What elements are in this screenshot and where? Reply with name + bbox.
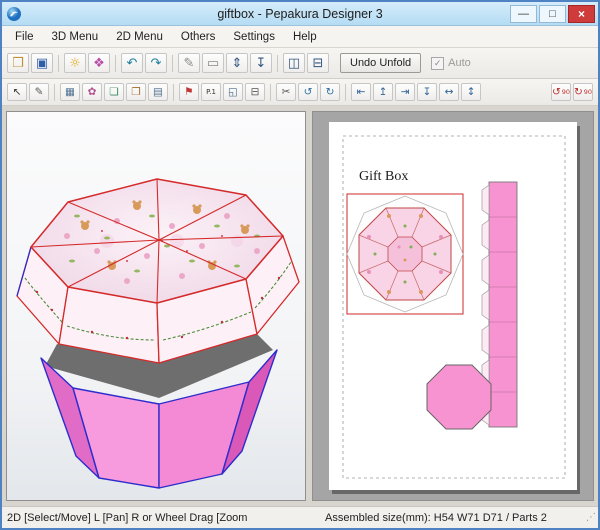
drop-model-icon[interactable]: ↧ [250, 53, 272, 73]
toolbar-rotate-icons: ↺90↻90 [550, 83, 594, 101]
save-file-icon[interactable]: ▣ [31, 53, 53, 73]
giftbox-3d-model[interactable] [17, 179, 299, 488]
rotate-cw-90-icon[interactable]: ↻90 [573, 83, 593, 101]
grid-view-icon[interactable]: ▦ [60, 83, 80, 101]
3d-model-canvas[interactable] [7, 112, 305, 501]
undo-unfold-button[interactable]: Undo Unfold [340, 53, 421, 73]
menu-item-3d-menu[interactable]: 3D Menu [43, 28, 108, 46]
rotate-ccw-90-icon[interactable]: ↺90 [551, 83, 571, 101]
texture-view-icon[interactable]: ❖ [88, 53, 110, 73]
window-title: giftbox - Pepakura Designer 3 [2, 7, 598, 21]
window-controls: — □ × [510, 5, 595, 23]
page-number-icon[interactable]: P.1 [201, 83, 221, 101]
redo-icon[interactable]: ↷ [145, 53, 167, 73]
toolbar-main-icons: ❒▣ ☼❖ ↶↷ ✎▭⇕↧ ◫⊟ [6, 53, 330, 73]
toolbar-separator [172, 55, 173, 72]
color-sheets-icon[interactable]: ❏ [104, 83, 124, 101]
toolbar-separator [58, 55, 59, 72]
select-tool-icon[interactable]: ↖ [7, 83, 27, 101]
edge-edit-icon[interactable]: ✎ [29, 83, 49, 101]
menu-item-settings[interactable]: Settings [224, 28, 284, 46]
print-icon[interactable]: ⊟ [245, 83, 265, 101]
texture-book-icon[interactable]: ❐ [126, 83, 146, 101]
align-right-icon[interactable]: ⇥ [395, 83, 415, 101]
auto-checkbox-label: Auto [448, 57, 471, 69]
light-toggle-icon[interactable]: ☼ [64, 53, 86, 73]
toolbar-2d-icons: ↖✎ ▦✿❏❐▤ ⚑P.1◱⊟ ✂↺↻ ⇤↥⇥↧↔↕ [6, 83, 482, 101]
close-button[interactable]: × [568, 5, 595, 23]
align-left-icon[interactable]: ⇤ [351, 83, 371, 101]
scissors-icon[interactable]: ✂ [276, 83, 296, 101]
image-icon[interactable]: ▤ [148, 83, 168, 101]
stamp-tool-icon[interactable]: ▭ [202, 53, 224, 73]
lid-unfold-part[interactable] [347, 194, 463, 314]
toolbar-separator [277, 55, 278, 72]
toolbar-separator [345, 84, 346, 101]
align-bottom-icon[interactable]: ↧ [417, 83, 437, 101]
app-window: giftbox - Pepakura Designer 3 — □ × File… [0, 0, 600, 530]
pattern-title: Gift Box [359, 169, 408, 184]
pattern-page[interactable]: Gift Box [329, 122, 577, 490]
status-size-text: Assembled size(mm): H54 W71 D71 / Parts … [325, 512, 586, 524]
menu-item-2d-menu[interactable]: 2D Menu [107, 28, 172, 46]
toolbar-separator [270, 84, 271, 101]
distribute-h-icon[interactable]: ↔ [439, 83, 459, 101]
menu-item-help[interactable]: Help [284, 28, 326, 46]
rotate-right-icon[interactable]: ↻ [320, 83, 340, 101]
main-split: Gift Box [2, 106, 598, 506]
fit-height-icon[interactable]: ⇕ [226, 53, 248, 73]
toolbar-2d: ↖✎ ▦✿❏❐▤ ⚑P.1◱⊟ ✂↺↻ ⇤↥⇥↧↔↕ ↺90↻90 [2, 79, 598, 106]
pattern-canvas[interactable]: Gift Box [329, 122, 577, 490]
menu-item-file[interactable]: File [6, 28, 43, 46]
texture-paint-icon[interactable]: ✿ [82, 83, 102, 101]
maximize-button[interactable]: □ [539, 5, 566, 23]
flag-icon[interactable]: ⚑ [179, 83, 199, 101]
rotate-left-icon[interactable]: ↺ [298, 83, 318, 101]
titlebar[interactable]: giftbox - Pepakura Designer 3 — □ × [2, 2, 598, 26]
status-bar: 2D [Select/Move] L [Pan] R or Wheel Drag… [2, 506, 598, 528]
menu-bar: File3D Menu2D MenuOthersSettingsHelp [2, 26, 598, 48]
toolbar-separator [54, 84, 55, 101]
window-layout-icon[interactable]: ⊟ [307, 53, 329, 73]
bottom-octagon-part[interactable] [427, 365, 491, 429]
status-mode-text: 2D [Select/Move] L [Pan] R or Wheel Drag… [7, 512, 325, 524]
toolbar-separator [173, 84, 174, 101]
auto-checkbox-box: ✓ [431, 57, 444, 70]
open-file-icon[interactable]: ❒ [7, 53, 29, 73]
app-icon [6, 6, 22, 22]
auto-checkbox[interactable]: ✓ Auto [431, 57, 471, 70]
distribute-v-icon[interactable]: ↕ [461, 83, 481, 101]
menu-item-others[interactable]: Others [172, 28, 225, 46]
align-top-icon[interactable]: ↥ [373, 83, 393, 101]
toolbar-separator [115, 55, 116, 72]
minimize-button[interactable]: — [510, 5, 537, 23]
undo-icon[interactable]: ↶ [121, 53, 143, 73]
window-split-icon[interactable]: ◫ [283, 53, 305, 73]
edit-mode-icon[interactable]: ✎ [178, 53, 200, 73]
3d-viewport[interactable] [6, 111, 306, 501]
lid-center-octagon [388, 237, 422, 271]
2d-viewport[interactable]: Gift Box [312, 111, 594, 501]
monitor-icon[interactable]: ◱ [223, 83, 243, 101]
resize-grip[interactable]: ⋰ [586, 512, 596, 523]
toolbar-main: ❒▣ ☼❖ ↶↷ ✎▭⇕↧ ◫⊟ Undo Unfold ✓ Auto [2, 48, 598, 79]
